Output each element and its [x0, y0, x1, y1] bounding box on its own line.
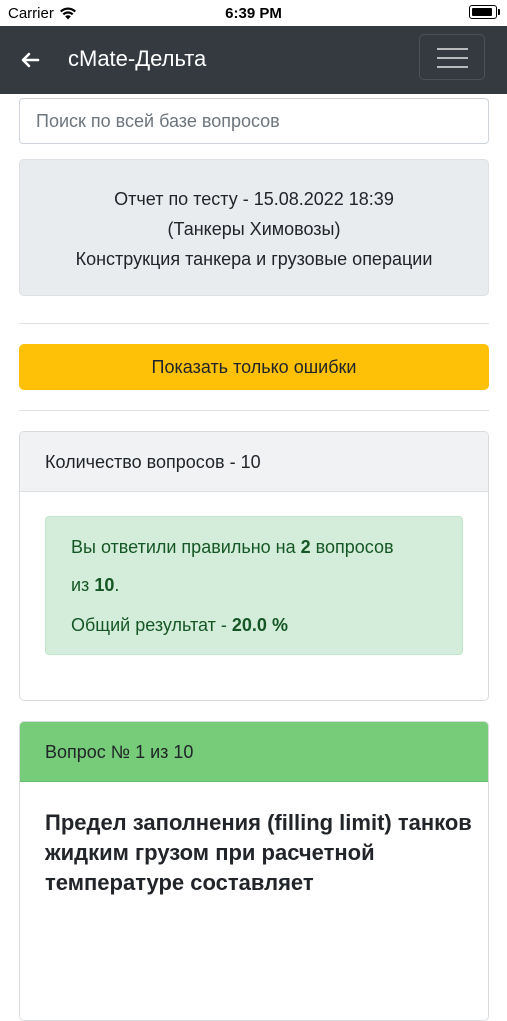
divider	[19, 323, 489, 324]
answered-prefix: Вы ответили правильно на	[71, 537, 296, 557]
correct-answers-line: Вы ответили правильно на 2 вопросов	[71, 537, 394, 558]
hamburger-icon-bar	[437, 66, 468, 68]
total-line: из 10.	[71, 575, 119, 596]
status-bar: Carrier 6:39 PM	[0, 0, 507, 26]
menu-toggle-button[interactable]	[419, 34, 485, 80]
divider	[19, 410, 489, 411]
app-title: cMate-Дельта	[68, 46, 207, 71]
battery-icon	[469, 5, 500, 19]
result-alert: Вы ответили правильно на 2 вопросов из 1…	[45, 516, 463, 655]
question-card: Вопрос № 1 из 10 Предел заполнения (fill…	[19, 721, 489, 1021]
hamburger-icon-bar	[437, 57, 468, 59]
search-input[interactable]	[19, 98, 489, 144]
correct-count: 2	[300, 537, 311, 557]
report-title: Отчет по тесту - 15.08.2022 18:39	[114, 189, 394, 209]
app-navbar: cMate-Дельта	[0, 26, 507, 94]
stats-card: Количество вопросов - 10 Вы ответили пра…	[19, 431, 489, 701]
question-number-header: Вопрос № 1 из 10	[20, 722, 488, 782]
question-text: Предел заполнения (filling limit) танков…	[45, 810, 472, 895]
result-value: 20.0 %	[231, 615, 288, 635]
of-prefix: из	[71, 575, 90, 595]
result-label: Общий результат -	[71, 615, 227, 635]
report-category: (Танкеры Химовозы)	[167, 219, 341, 239]
report-summary: Отчет по тесту - 15.08.2022 18:39 (Танке…	[19, 159, 489, 296]
answered-suffix: вопросов	[315, 537, 394, 557]
hamburger-icon-bar	[437, 48, 468, 50]
status-time: 6:39 PM	[225, 5, 282, 22]
show-errors-only-button[interactable]: Показать только ошибки	[19, 344, 489, 390]
back-arrow-icon[interactable]	[18, 48, 42, 72]
overall-result-line: Общий результат - 20.0 %	[71, 615, 288, 636]
of-suffix: .	[114, 575, 120, 595]
question-count-header: Количество вопросов - 10	[20, 432, 488, 492]
battery-status	[469, 5, 500, 19]
total-count: 10	[94, 575, 115, 595]
report-topic: Конструкция танкера и грузовые операции	[75, 249, 433, 269]
